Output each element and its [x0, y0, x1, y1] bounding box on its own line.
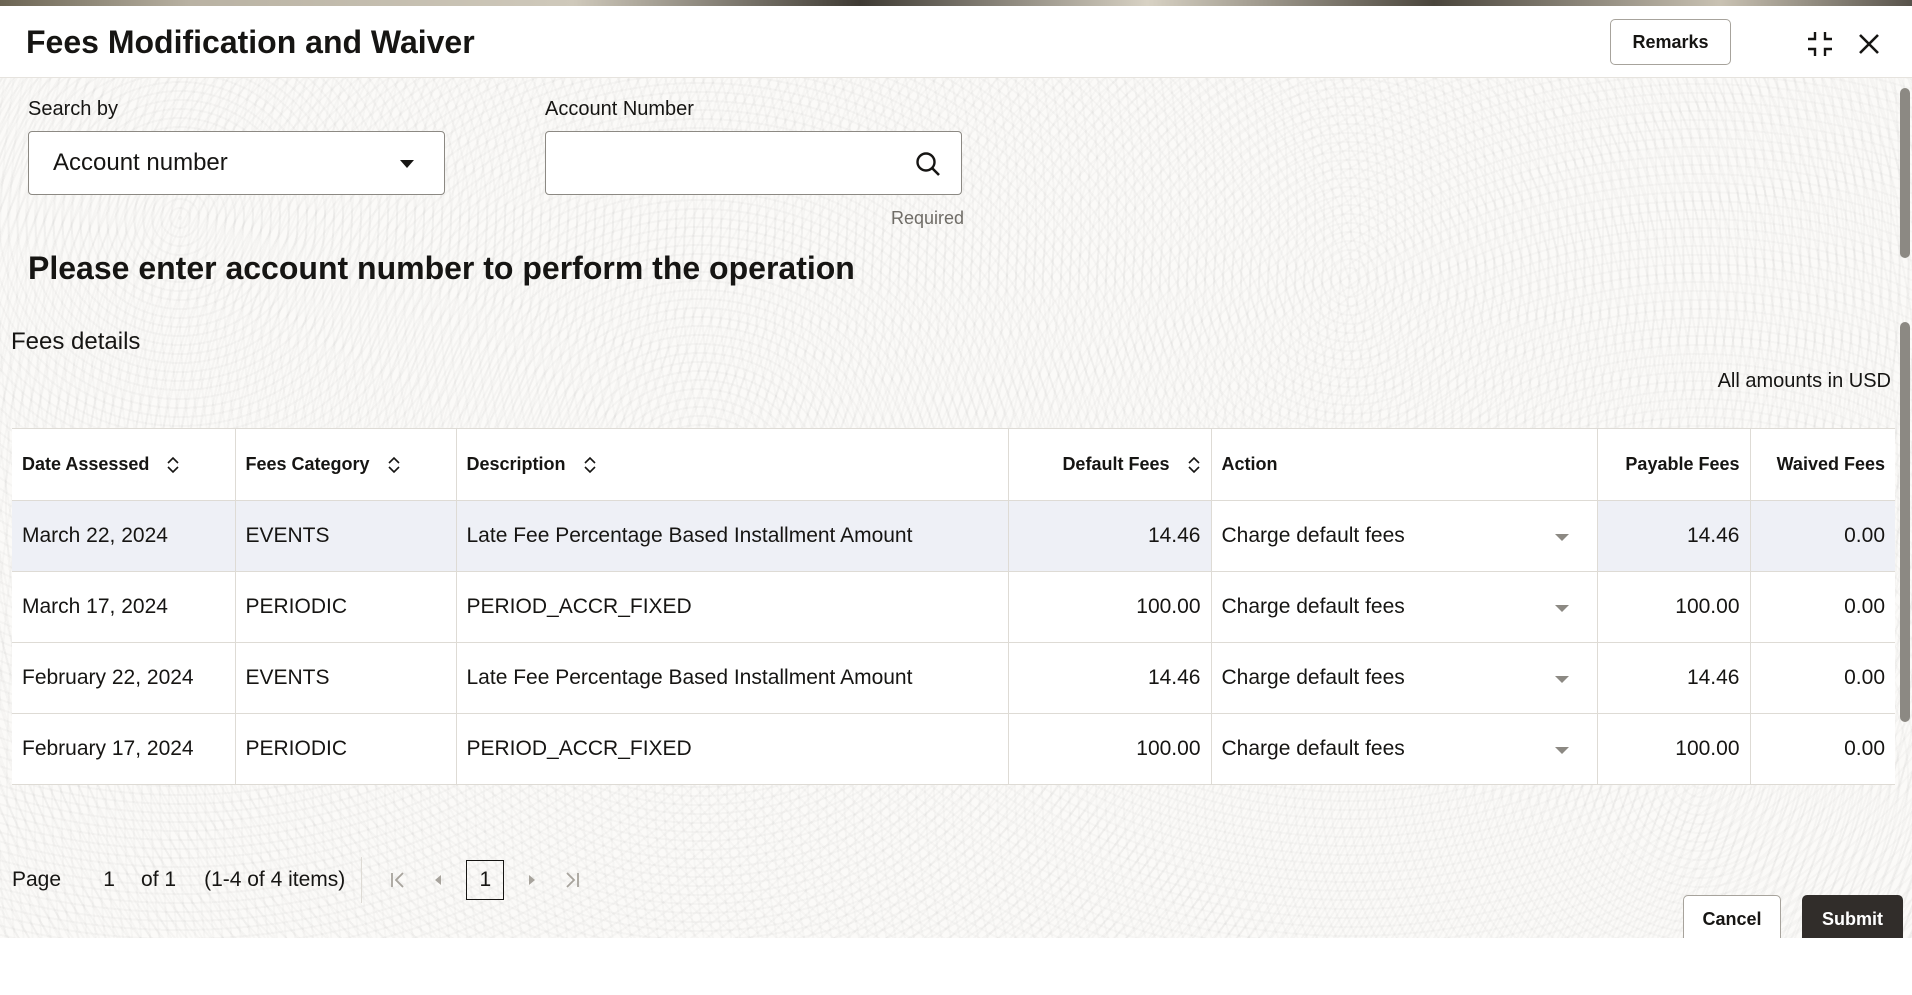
- cell-description: Late Fee Percentage Based Installment Am…: [456, 500, 1009, 572]
- cell-category: EVENTS: [235, 642, 457, 714]
- cell-date: March 17, 2024: [12, 571, 236, 643]
- pagination: Page 1 of 1 (1-4 of 4 items) 1: [12, 856, 592, 904]
- column-header-payable-fees: Payable Fees: [1597, 428, 1751, 501]
- cell-default-fees: 14.46: [1008, 500, 1212, 572]
- currency-note: All amounts in USD: [1717, 370, 1891, 392]
- cell-date: February 22, 2024: [12, 642, 236, 714]
- close-icon[interactable]: [1849, 24, 1889, 64]
- cell-waived-fees: 0.00: [1750, 571, 1895, 643]
- scrollbar-thumb[interactable]: [1900, 322, 1910, 722]
- search-by-label: Search by: [28, 98, 119, 120]
- column-header-waived-fees: Waived Fees: [1750, 428, 1895, 501]
- cell-payable-fees: 14.46: [1597, 500, 1751, 572]
- cell-date: February 17, 2024: [12, 713, 236, 785]
- instruction-message: Please enter account number to perform t…: [28, 250, 855, 286]
- previous-page-icon[interactable]: [418, 860, 458, 900]
- column-header-action: Action: [1211, 428, 1598, 501]
- collapse-icon-svg: [1808, 32, 1832, 56]
- account-number-input[interactable]: [545, 131, 962, 195]
- cell-description: Late Fee Percentage Based Installment Am…: [456, 642, 1009, 714]
- search-icon[interactable]: [914, 150, 942, 178]
- dialog-title: Fees Modification and Waiver: [26, 24, 475, 60]
- cell-payable-fees: 14.46: [1597, 642, 1751, 714]
- table-row[interactable]: February 22, 2024 EVENTS Late Fee Percen…: [12, 642, 1895, 714]
- submit-button[interactable]: Submit: [1802, 895, 1903, 938]
- sort-icon[interactable]: [387, 456, 401, 474]
- required-hint: Required: [891, 208, 965, 228]
- cell-waived-fees: 0.00: [1750, 713, 1895, 785]
- chevron-down-icon: [1554, 747, 1569, 754]
- action-select[interactable]: Charge default fees: [1211, 642, 1598, 714]
- action-value: Charge default fees: [1221, 666, 1405, 689]
- next-page-icon[interactable]: [512, 860, 552, 900]
- cell-category: PERIODIC: [235, 571, 457, 643]
- page-label: Page: [12, 868, 62, 891]
- fees-table: Date Assessed Fees Category Description …: [12, 428, 1895, 785]
- close-icon-svg: [1859, 34, 1879, 54]
- fees-dialog: Fees Modification and Waiver Remarks Sea…: [0, 6, 1912, 938]
- page-button-1[interactable]: 1: [466, 860, 505, 900]
- table-row[interactable]: March 22, 2024 EVENTS Late Fee Percentag…: [12, 500, 1895, 572]
- items-count: (1-4 of 4 items): [204, 868, 346, 891]
- collapse-icon[interactable]: [1800, 24, 1840, 64]
- sort-icon[interactable]: [583, 456, 597, 474]
- chevron-down-icon: [400, 160, 414, 168]
- chevron-down-icon: [1554, 534, 1569, 541]
- search-by-value: Account number: [53, 149, 228, 176]
- dialog-content: Search by Account number Account Number …: [0, 78, 1895, 938]
- last-page-icon[interactable]: [552, 860, 592, 900]
- table-header-row: Date Assessed Fees Category Description …: [12, 428, 1895, 501]
- column-header-default-fees[interactable]: Default Fees: [1008, 428, 1212, 501]
- cell-payable-fees: 100.00: [1597, 713, 1751, 785]
- cell-description: PERIOD_ACCR_FIXED: [456, 713, 1009, 785]
- column-header-category[interactable]: Fees Category: [235, 428, 457, 501]
- cell-waived-fees: 0.00: [1750, 500, 1895, 572]
- chevron-down-icon: [1554, 676, 1569, 683]
- page-count: of 1: [141, 868, 177, 891]
- cell-default-fees: 14.46: [1008, 642, 1212, 714]
- chevron-down-icon: [1554, 605, 1569, 612]
- fees-details-title: Fees details: [11, 328, 141, 355]
- sort-icon[interactable]: [166, 456, 180, 474]
- scrollbar-thumb-top[interactable]: [1900, 88, 1910, 258]
- cell-waived-fees: 0.00: [1750, 642, 1895, 714]
- table-row[interactable]: March 17, 2024 PERIODIC PERIOD_ACCR_FIXE…: [12, 571, 1895, 643]
- cell-payable-fees: 100.00: [1597, 571, 1751, 643]
- action-select[interactable]: Charge default fees: [1211, 571, 1598, 643]
- action-value: Charge default fees: [1221, 737, 1405, 760]
- cell-date: March 22, 2024: [12, 500, 236, 572]
- cell-description: PERIOD_ACCR_FIXED: [456, 571, 1009, 643]
- pager-divider: [361, 857, 363, 903]
- column-header-date[interactable]: Date Assessed: [12, 428, 236, 501]
- action-select[interactable]: Charge default fees: [1211, 500, 1598, 572]
- first-page-icon[interactable]: [378, 860, 418, 900]
- cell-category: EVENTS: [235, 500, 457, 572]
- dialog-header: Fees Modification and Waiver Remarks: [0, 6, 1912, 78]
- cancel-button[interactable]: Cancel: [1683, 895, 1781, 938]
- search-by-select[interactable]: Account number: [28, 131, 445, 195]
- column-header-description[interactable]: Description: [456, 428, 1009, 501]
- sort-icon[interactable]: [1187, 456, 1201, 474]
- account-number-label: Account Number: [545, 98, 694, 120]
- action-select[interactable]: Charge default fees: [1211, 713, 1598, 785]
- cell-default-fees: 100.00: [1008, 713, 1212, 785]
- page-number-input[interactable]: 1: [89, 868, 129, 892]
- cell-default-fees: 100.00: [1008, 571, 1212, 643]
- action-value: Charge default fees: [1221, 595, 1405, 618]
- remarks-button[interactable]: Remarks: [1610, 19, 1731, 65]
- action-value: Charge default fees: [1221, 524, 1405, 547]
- table-row[interactable]: February 17, 2024 PERIODIC PERIOD_ACCR_F…: [12, 713, 1895, 785]
- cell-category: PERIODIC: [235, 713, 457, 785]
